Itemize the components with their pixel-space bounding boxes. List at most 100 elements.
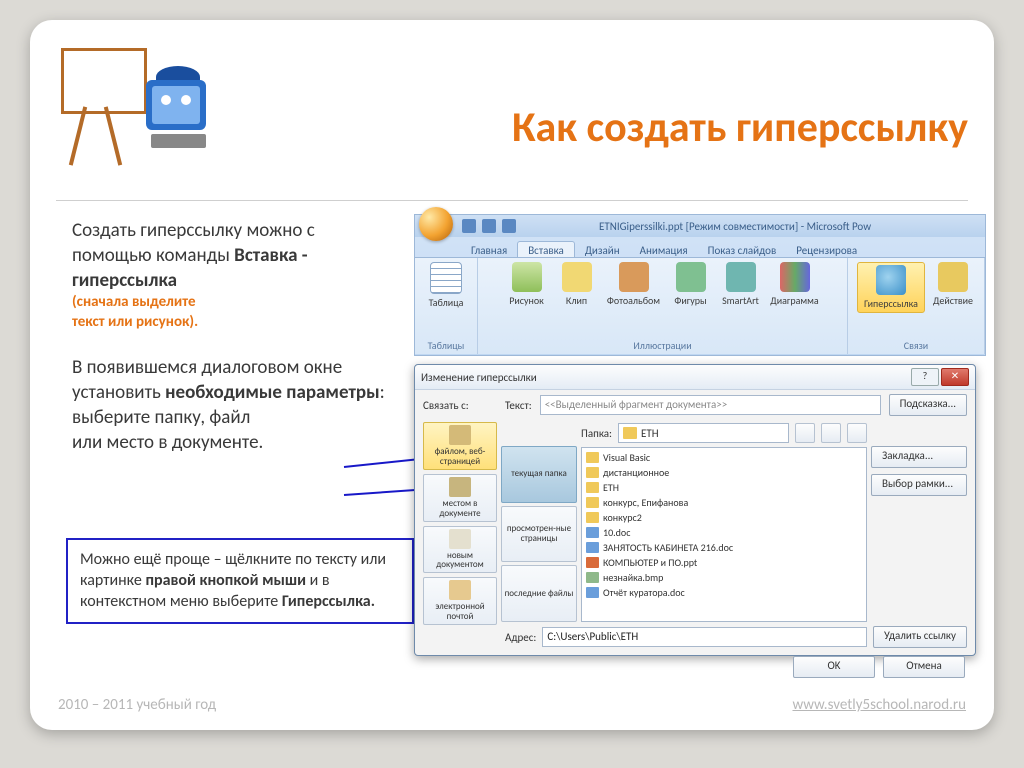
dialog-title: Изменение гиперссылки xyxy=(421,371,537,384)
p1-c2: текст или рисунок). xyxy=(72,313,392,333)
btn-clip[interactable]: Клип xyxy=(555,262,599,307)
list-item: конкурс, Епифанова xyxy=(586,495,862,510)
table-icon xyxy=(430,262,462,294)
subtab-viewed[interactable]: просмотрен-ные страницы xyxy=(501,506,577,563)
clipart-teacher-pc xyxy=(56,40,226,170)
btn-hyperlink[interactable]: Гиперссылка xyxy=(857,262,925,313)
slide: Как создать гиперссылку Создать гиперссы… xyxy=(30,20,994,730)
list-item: 10.doc xyxy=(586,525,862,540)
btn-smartart[interactable]: SmartArt xyxy=(719,262,763,307)
ribbon-tabs: Главная Вставка Дизайн Анимация Показ сл… xyxy=(415,237,985,257)
address-row: Адрес: C:\Users\Public\ETH Удалить ссылк… xyxy=(415,626,975,652)
quick-access-toolbar: ETNIGiperssilki.ppt [Режим совместимости… xyxy=(415,215,985,237)
tab-review[interactable]: Рецензирова xyxy=(786,242,867,257)
computer-character-icon xyxy=(146,70,216,160)
folder-combo[interactable]: ETH xyxy=(618,423,789,443)
powerpoint-ribbon: ETNIGiperssilki.ppt [Режим совместимости… xyxy=(414,214,986,356)
remove-link-button[interactable]: Удалить ссылку xyxy=(873,626,967,648)
tab-slideshow[interactable]: Показ слайдов xyxy=(698,242,787,257)
list-item: незнайка.bmp xyxy=(586,570,862,585)
btn-shapes[interactable]: Фигуры xyxy=(669,262,713,307)
p2-b: необходимые параметры xyxy=(165,381,379,404)
chart-icon xyxy=(780,262,810,292)
footer-left: 2010 – 2011 учебный год xyxy=(58,696,216,714)
footer-link[interactable]: www.svetly5school.narod.ru xyxy=(792,696,966,714)
text-field[interactable]: <<Выделенный фрагмент документа>> xyxy=(540,395,881,415)
list-item: КОМПЬЮТЕР и ПО.ppt xyxy=(586,555,862,570)
tab-animation[interactable]: Анимация xyxy=(630,242,698,257)
file-list[interactable]: Visual Basic дистанционное ETH конкурс, … xyxy=(581,447,867,622)
group-tables: Таблица Таблицы xyxy=(415,258,478,354)
p1-c1: (сначала выделите xyxy=(72,293,392,313)
bookmark-button[interactable]: Закладка... xyxy=(871,446,967,468)
cancel-button[interactable]: Отмена xyxy=(883,656,965,678)
subtab-recent[interactable]: последние файлы xyxy=(501,565,577,622)
nav-place[interactable]: местом в документе xyxy=(423,474,497,522)
btn-chart[interactable]: Диаграмма xyxy=(769,262,821,307)
office-button[interactable] xyxy=(419,207,453,241)
browse-file-button[interactable] xyxy=(847,423,867,443)
slide-header: Как создать гиперссылку xyxy=(30,20,994,188)
nav-file-web[interactable]: файлом, веб-страницей xyxy=(423,422,497,470)
subtab-current[interactable]: текущая папка xyxy=(501,446,577,503)
tab-home[interactable]: Главная xyxy=(461,242,517,257)
up-button[interactable] xyxy=(795,423,815,443)
address-field[interactable]: C:\Users\Public\ETH xyxy=(542,627,867,647)
dialog-footer: OK Отмена xyxy=(415,652,975,684)
tip-box: Можно ещё проще – щёлкните по тексту или… xyxy=(66,538,414,624)
action-icon xyxy=(938,262,968,292)
group-label-tables: Таблицы xyxy=(419,339,473,354)
newdoc-icon xyxy=(449,529,471,549)
hyperlink-dialog: Изменение гиперссылки ? ✕ Связать с: Тек… xyxy=(414,364,976,656)
globe-icon xyxy=(876,265,906,295)
slide-title: Как создать гиперссылку xyxy=(512,102,968,153)
group-label-illus: Иллюстрации xyxy=(482,339,843,354)
help-button[interactable]: ? xyxy=(911,368,939,386)
ribbon-strip: Таблица Таблицы Рисунок Клип Фотоальбом … xyxy=(415,257,985,354)
file-web-icon xyxy=(449,425,471,445)
tab-design[interactable]: Дизайн xyxy=(575,242,630,257)
list-item: дистанционное xyxy=(586,465,862,480)
ok-button[interactable]: OK xyxy=(793,656,875,678)
frame-button[interactable]: Выбор рамки... xyxy=(871,474,967,496)
slide-body: Создать гиперссылку можно с помощью кома… xyxy=(56,214,980,680)
folder-icon xyxy=(623,427,637,439)
shapes-icon xyxy=(676,262,706,292)
group-links: Гиперссылка Действие Связи xyxy=(848,258,985,354)
save-icon[interactable] xyxy=(462,219,476,233)
picture-icon xyxy=(512,262,542,292)
file-browser: Папка: ETH Visual Basic дистанционное ET… xyxy=(581,422,867,622)
browse-web-button[interactable] xyxy=(821,423,841,443)
nav-mail[interactable]: электронной почтой xyxy=(423,577,497,625)
folder-row: Папка: ETH xyxy=(581,422,867,444)
btn-action[interactable]: Действие xyxy=(931,262,975,313)
link-to-label: Связать с: xyxy=(423,399,497,412)
address-label: Адрес: xyxy=(505,631,536,644)
clip-icon xyxy=(562,262,592,292)
tip-b: правой кнопкой мыши xyxy=(145,571,306,590)
dialog-main: файлом, веб-страницей местом в документе… xyxy=(415,420,975,626)
btn-picture[interactable]: Рисунок xyxy=(505,262,549,307)
close-button[interactable]: ✕ xyxy=(941,368,969,386)
window-title: ETNIGiperssilki.ppt [Режим совместимости… xyxy=(599,220,871,233)
btn-album[interactable]: Фотоальбом xyxy=(605,262,663,307)
smartart-icon xyxy=(726,262,756,292)
easel-icon xyxy=(56,40,156,160)
nav-newdoc[interactable]: новым документом xyxy=(423,526,497,574)
hint-button[interactable]: Подсказка... xyxy=(889,394,967,416)
redo-icon[interactable] xyxy=(502,219,516,233)
group-label-links: Связи xyxy=(852,339,980,354)
list-item: ЗАНЯТОСТЬ КАБИНЕТА 216.doc xyxy=(586,540,862,555)
group-illustrations: Рисунок Клип Фотоальбом Фигуры SmartArt … xyxy=(478,258,848,354)
btn-table[interactable]: Таблица xyxy=(424,262,468,309)
folder-label: Папка: xyxy=(581,427,612,440)
text-label: Текст: xyxy=(505,399,532,412)
tab-insert[interactable]: Вставка xyxy=(517,241,575,257)
instruction-text: Создать гиперссылку можно с помощью кома… xyxy=(72,218,392,455)
album-icon xyxy=(619,262,649,292)
p2-d: или место в документе. xyxy=(72,430,392,455)
undo-icon[interactable] xyxy=(482,219,496,233)
mail-icon xyxy=(449,580,471,600)
list-item: ETH xyxy=(586,480,862,495)
dialog-titlebar: Изменение гиперссылки ? ✕ xyxy=(415,365,975,390)
